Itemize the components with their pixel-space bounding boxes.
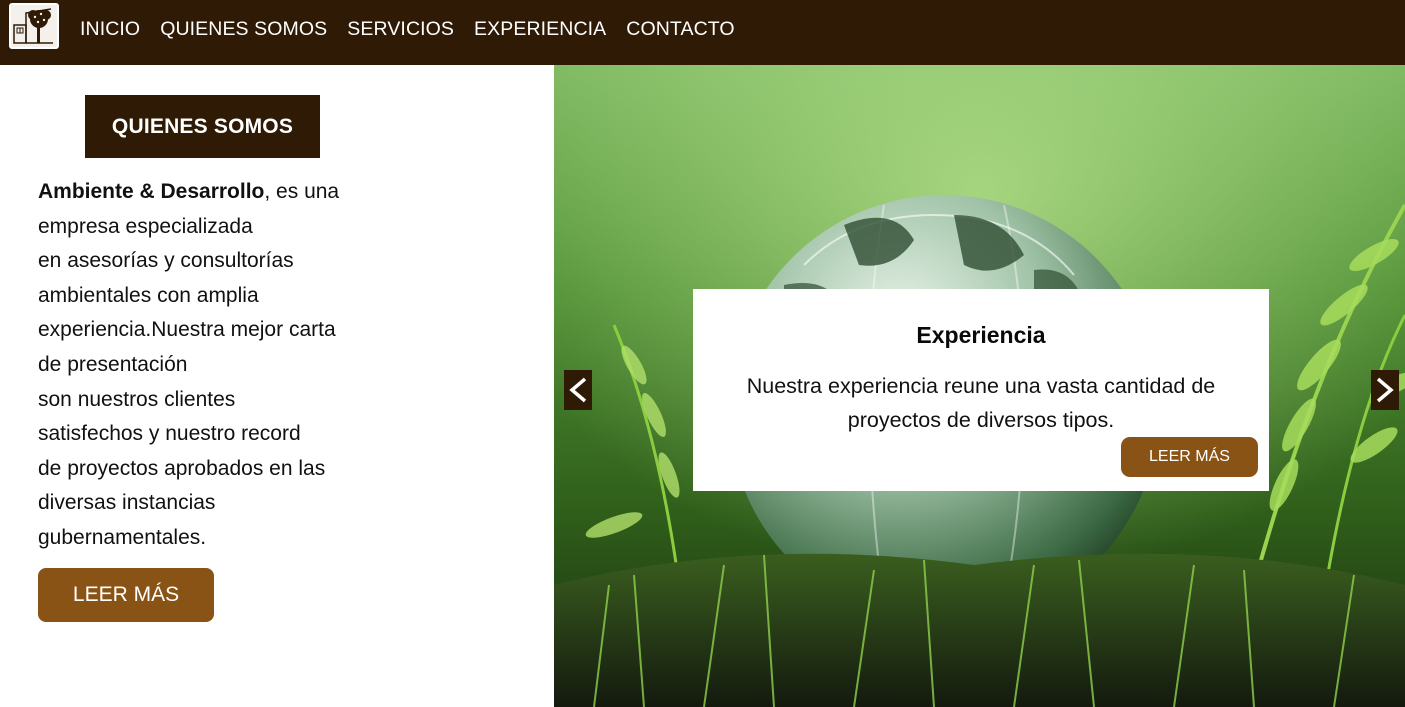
- brand-name: Ambiente & Desarrollo: [38, 180, 265, 203]
- about-line: satisfechos y nuestro record: [38, 422, 301, 446]
- slide-text-line: Nuestra experiencia reune una vasta cant…: [746, 374, 1216, 398]
- about-read-more-button[interactable]: LEER MÁS: [38, 568, 214, 622]
- about-line: de proyectos aprobados en las: [38, 456, 326, 480]
- about-text: Ambiente & Desarrollo, es una empresa es…: [38, 175, 398, 556]
- tree-logo-icon[interactable]: [9, 3, 59, 49]
- slide-read-more-button[interactable]: LEER MÁS: [1121, 437, 1258, 477]
- chevron-right-icon[interactable]: [1371, 370, 1399, 410]
- top-navbar: INICIO QUIENES SOMOS SERVICIOS EXPERIENC…: [0, 0, 1405, 65]
- about-line: gubernamentales.: [38, 525, 207, 549]
- about-line: de presentación: [38, 352, 188, 376]
- slide-description: Nuestra experiencia reune una vasta cant…: [713, 369, 1249, 437]
- about-line: ambientales con amplia: [38, 283, 259, 307]
- slide-text-line: proyectos de diversos tipos.: [847, 408, 1115, 432]
- slide-title: Experiencia: [916, 322, 1046, 348]
- about-line: experiencia.Nuestra mejor carta: [38, 318, 336, 342]
- chevron-left-icon[interactable]: [564, 370, 592, 410]
- about-line: empresa especializada: [38, 214, 253, 238]
- nav-item-inicio[interactable]: INICIO: [80, 18, 140, 41]
- nav-item-experiencia[interactable]: EXPERIENCIA: [474, 18, 606, 41]
- about-line: en asesorías y consultorías: [38, 249, 294, 273]
- nav-item-contacto[interactable]: CONTACTO: [626, 18, 734, 41]
- main-nav: INICIO QUIENES SOMOS SERVICIOS EXPERIENC…: [80, 0, 755, 58]
- about-line: son nuestros clientes: [38, 387, 236, 411]
- nav-item-servicios[interactable]: SERVICIOS: [347, 18, 454, 41]
- hero-slider: Experiencia Nuestra experiencia reune un…: [554, 65, 1405, 707]
- slide-caption-card: Experiencia Nuestra experiencia reune un…: [693, 289, 1269, 491]
- about-line: , es una: [264, 180, 340, 203]
- about-panel: QUIENES SOMOS Ambiente & Desarrollo, es …: [0, 65, 554, 707]
- section-title: QUIENES SOMOS: [85, 95, 320, 158]
- about-line: diversas instancias: [38, 491, 216, 515]
- nav-item-quienes-somos[interactable]: QUIENES SOMOS: [160, 18, 327, 41]
